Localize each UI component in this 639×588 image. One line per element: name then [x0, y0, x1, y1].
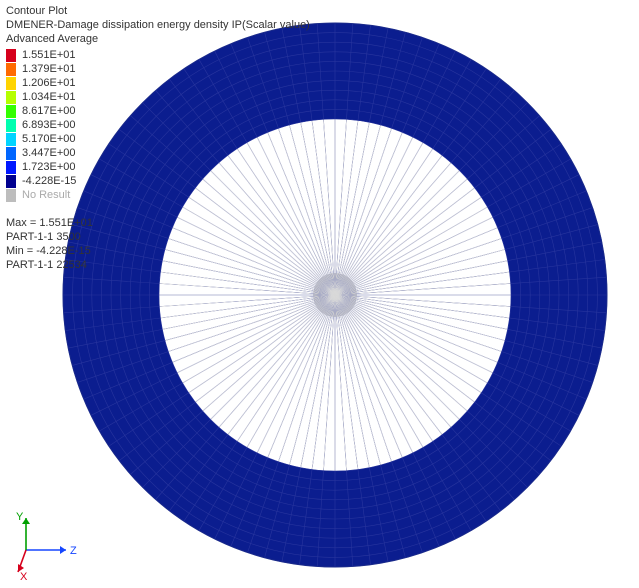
legend-label: 3.447E+00: [22, 147, 76, 159]
plot-title: Contour Plot: [6, 4, 310, 18]
legend-swatch: [6, 49, 16, 62]
legend-row: 1.034E+01: [6, 90, 76, 104]
legend-swatch: [6, 161, 16, 174]
legend-swatch: [6, 133, 16, 146]
legend-swatch: [6, 175, 16, 188]
legend-row: 1.723E+00: [6, 160, 76, 174]
legend-row: 1.206E+01: [6, 76, 76, 90]
legend-row: -4.228E-15: [6, 174, 76, 188]
max-location: PART-1-1 3500: [6, 230, 93, 244]
legend-swatch: [6, 77, 16, 90]
legend-swatch: [6, 105, 16, 118]
result-stats: Max = 1.551E+01 PART-1-1 3500 Min = -4.2…: [6, 216, 93, 272]
axis-z-label: Z: [70, 545, 77, 557]
legend-swatch: [6, 119, 16, 132]
legend-swatch: [6, 147, 16, 160]
axis-triad-icon: Z Y X: [8, 510, 88, 580]
legend-label: 1.551E+01: [22, 49, 76, 61]
legend-label: No Result: [22, 189, 70, 201]
legend-label: 1.379E+01: [22, 63, 76, 75]
legend-label: 1.206E+01: [22, 77, 76, 89]
legend-row: 8.617E+00: [6, 104, 76, 118]
legend-label: 1.723E+00: [22, 161, 76, 173]
color-legend: 1.551E+01 1.379E+01 1.206E+01 1.034E+01 8.61…: [6, 48, 76, 202]
axis-x-label: X: [20, 571, 28, 580]
plot-header: Contour Plot DMENER-Damage dissipation e…: [6, 4, 310, 46]
legend-label: -4.228E-15: [22, 175, 76, 187]
legend-swatch: [6, 189, 16, 202]
plot-averaging: Advanced Average: [6, 32, 310, 46]
axis-y-label: Y: [16, 511, 24, 523]
plot-subtitle: DMENER-Damage dissipation energy density…: [6, 18, 310, 32]
legend-label: 6.893E+00: [22, 119, 76, 131]
viewport: Contour Plot DMENER-Damage dissipation e…: [0, 0, 639, 588]
legend-label: 8.617E+00: [22, 105, 76, 117]
min-value: Min = -4.228E-15: [6, 244, 93, 258]
legend-row: 5.170E+00: [6, 132, 76, 146]
contour-disc: [0, 0, 639, 588]
legend-swatch: [6, 91, 16, 104]
legend-swatch: [6, 63, 16, 76]
legend-row-no-result: No Result: [6, 188, 76, 202]
max-value: Max = 1.551E+01: [6, 216, 93, 230]
min-location: PART-1-1 22534: [6, 258, 93, 272]
legend-row: 3.447E+00: [6, 146, 76, 160]
legend-row: 1.551E+01: [6, 48, 76, 62]
legend-label: 1.034E+01: [22, 91, 76, 103]
legend-label: 5.170E+00: [22, 133, 76, 145]
legend-row: 1.379E+01: [6, 62, 76, 76]
legend-row: 6.893E+00: [6, 118, 76, 132]
